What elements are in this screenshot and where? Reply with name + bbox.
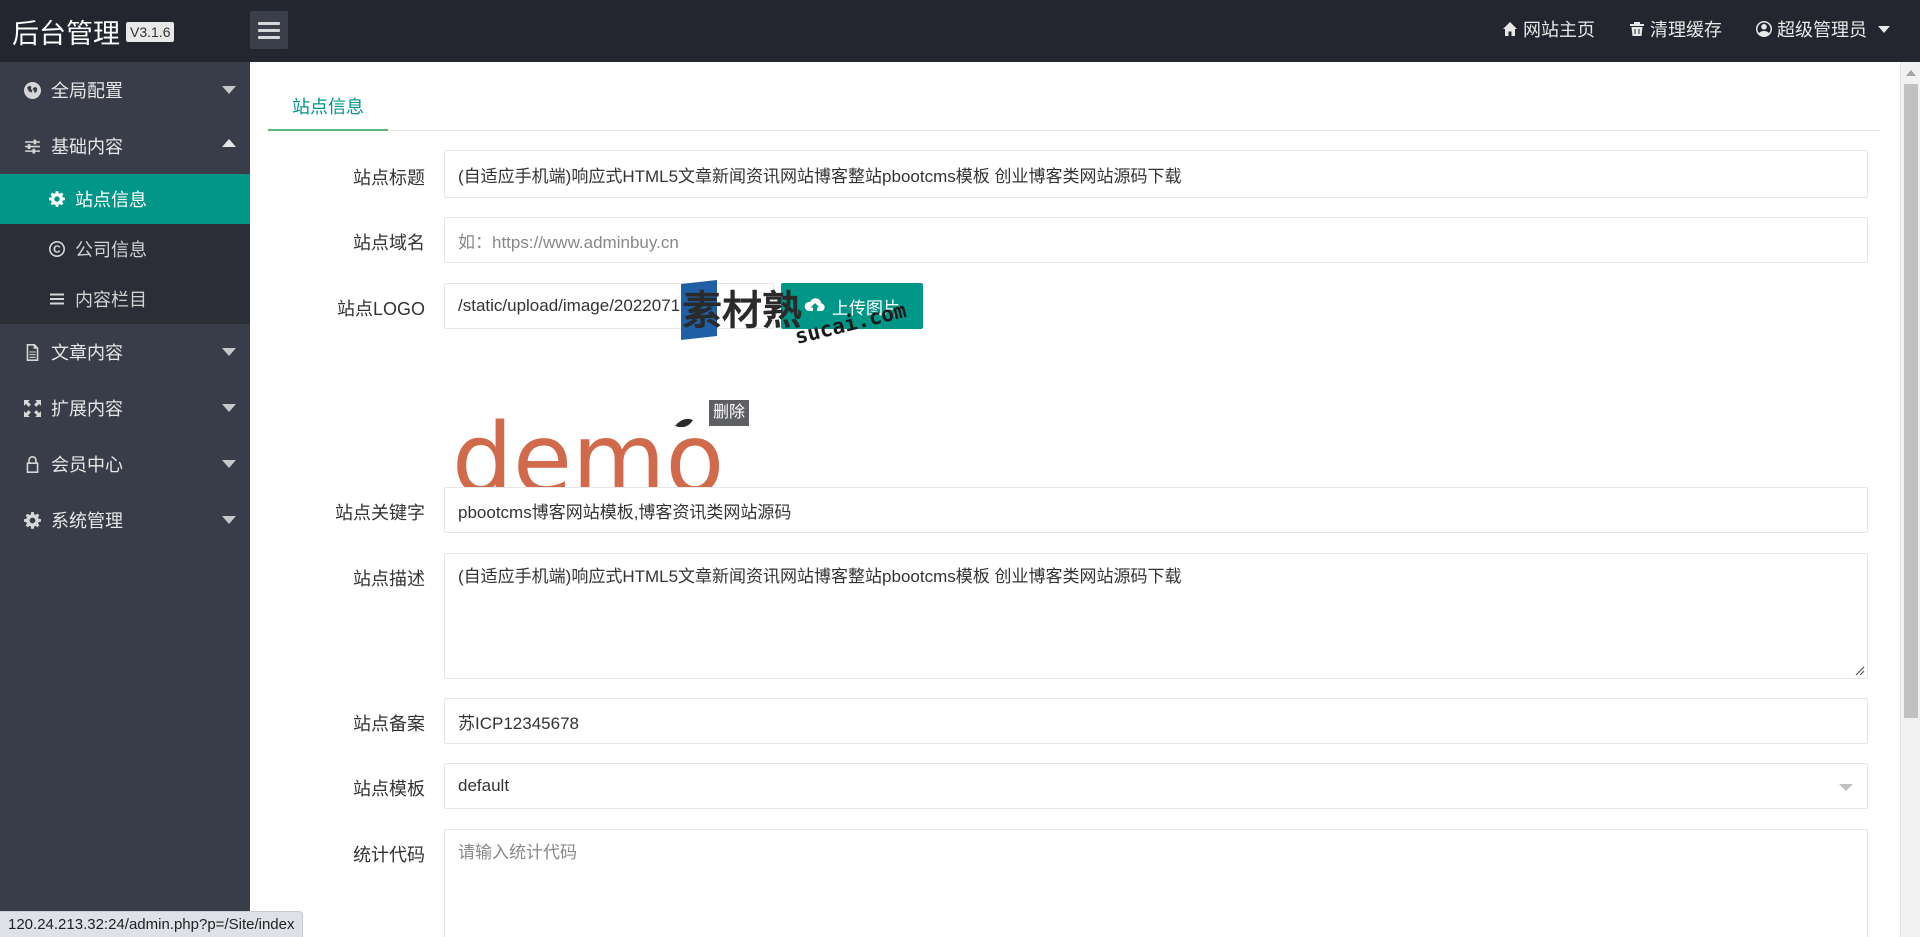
clear-cache-label: 清理缓存	[1650, 20, 1722, 40]
chevron-down-icon	[1839, 784, 1853, 791]
user-circle-icon	[1756, 21, 1772, 37]
site-icp-input[interactable]: 苏ICP12345678	[444, 698, 1868, 744]
sidebar-item-label: 基础内容	[51, 137, 123, 157]
gear-icon	[48, 191, 65, 208]
expand-icon	[24, 399, 41, 417]
sidebar-item-system-management[interactable]: 系统管理	[0, 492, 250, 548]
tab-bar: 站点信息	[268, 86, 1880, 131]
chevron-down-icon	[222, 404, 236, 412]
sidebar-item-label: 会员中心	[51, 455, 123, 475]
menu-icon	[258, 21, 280, 25]
stats-code-textarea[interactable]: 请输入统计代码	[444, 829, 1868, 937]
chevron-down-icon	[222, 348, 236, 356]
site-icp-label: 站点备案	[353, 714, 425, 734]
sidebar-item-label: 文章内容	[51, 343, 123, 363]
gear-icon	[24, 511, 41, 529]
cloud-upload-icon	[804, 298, 825, 311]
browser-status-url: 120.24.213.32:24/admin.php?p=/Site/index	[0, 911, 304, 937]
site-description-textarea[interactable]: (自适应手机端)响应式HTML5文章新闻资讯网站博客整站pbootcms模板 创…	[444, 553, 1868, 679]
sidebar-item-extend-content[interactable]: 扩展内容	[0, 380, 250, 436]
globe-icon	[24, 81, 41, 99]
site-logo-label: 站点LOGO	[336, 299, 425, 319]
site-home-label: 网站主页	[1523, 20, 1595, 40]
list-icon	[48, 291, 65, 308]
sidebar-toggle-button[interactable]	[250, 11, 288, 49]
chevron-down-icon	[222, 86, 236, 94]
clear-cache-link[interactable]: 清理缓存	[1629, 16, 1722, 42]
site-home-link[interactable]: 网站主页	[1502, 16, 1595, 42]
tab-site-info[interactable]: 站点信息	[268, 86, 388, 131]
lock-icon	[24, 455, 41, 473]
header-actions: 网站主页 清理缓存 超级管理员	[1502, 0, 1890, 58]
chevron-up-icon	[222, 139, 236, 147]
menu-icon	[258, 28, 280, 32]
site-keywords-input[interactable]: pbootcms博客网站模板,博客资讯类网站源码	[444, 487, 1868, 533]
main-content: 站点信息 站点标题 (自适应手机端)响应式HTML5文章新闻资讯网站博客整站pb…	[250, 62, 1900, 937]
site-logo-input[interactable]: /static/upload/image/2022071	[444, 283, 774, 329]
stats-code-label: 统计代码	[353, 845, 425, 865]
sidebar-item-label: 站点信息	[75, 190, 147, 210]
chevron-down-icon	[222, 460, 236, 468]
sliders-icon	[24, 138, 41, 155]
sidebar-item-article-content[interactable]: 文章内容	[0, 324, 250, 380]
site-template-select[interactable]: default	[444, 763, 1868, 809]
site-domain-input[interactable]: 如：https://www.adminbuy.cn	[444, 217, 1868, 263]
sidebar: 全局配置 基础内容 站点信息 公司信息 内容栏目 文章内容 扩展内容 会员中心	[0, 62, 250, 937]
file-icon	[24, 343, 41, 361]
version-badge: V3.1.6	[126, 22, 175, 42]
top-header: 后台管理 V3.1.6 网站主页 清理缓存 超级管理员	[0, 0, 1920, 62]
scroll-up-arrow-icon[interactable]	[1906, 70, 1916, 76]
sidebar-item-content-columns[interactable]: 内容栏目	[0, 274, 250, 324]
sidebar-item-label: 公司信息	[75, 240, 147, 260]
copyright-icon	[48, 241, 65, 258]
site-description-label: 站点描述	[353, 569, 425, 589]
site-template-value: default	[458, 776, 510, 795]
submenu-basic-content: 站点信息 公司信息 内容栏目	[0, 174, 250, 324]
site-template-label: 站点模板	[353, 779, 425, 799]
chevron-down-icon	[1878, 25, 1890, 33]
user-name-label: 超级管理员	[1777, 20, 1867, 40]
site-title-input[interactable]: (自适应手机端)响应式HTML5文章新闻资讯网站博客整站pbootcms模板 创…	[444, 150, 1868, 198]
sidebar-item-label: 全局配置	[51, 81, 123, 101]
sidebar-item-member-center[interactable]: 会员中心	[0, 436, 250, 492]
menu-icon	[258, 35, 280, 39]
app-logo[interactable]: 后台管理 V3.1.6	[12, 13, 175, 50]
sidebar-item-label: 扩展内容	[51, 399, 123, 419]
sidebar-item-basic-content[interactable]: 基础内容	[0, 118, 250, 174]
scrollbar-thumb[interactable]	[1904, 84, 1918, 718]
site-keywords-label: 站点关键字	[335, 503, 425, 523]
chevron-down-icon	[222, 516, 236, 524]
sidebar-item-site-info[interactable]: 站点信息	[0, 174, 250, 224]
vertical-scrollbar[interactable]	[1900, 62, 1920, 937]
trash-icon	[1630, 22, 1644, 36]
sidebar-item-label: 内容栏目	[75, 290, 147, 310]
sidebar-item-global-config[interactable]: 全局配置	[0, 62, 250, 118]
user-menu[interactable]: 超级管理员	[1756, 16, 1890, 42]
site-domain-label: 站点域名	[353, 233, 425, 253]
app-title: 后台管理	[12, 18, 120, 50]
site-description-text: (自适应手机端)响应式HTML5文章新闻资讯网站博客整站pbootcms模板 创…	[458, 567, 1182, 586]
site-title-label: 站点标题	[353, 168, 425, 188]
upload-image-label: 上传图片	[832, 298, 900, 318]
sidebar-item-company-info[interactable]: 公司信息	[0, 224, 250, 274]
sidebar-item-label: 系统管理	[51, 511, 123, 531]
resize-handle-icon[interactable]	[1855, 666, 1865, 676]
upload-image-button[interactable]: 上传图片	[781, 283, 923, 329]
home-icon	[1503, 22, 1517, 36]
